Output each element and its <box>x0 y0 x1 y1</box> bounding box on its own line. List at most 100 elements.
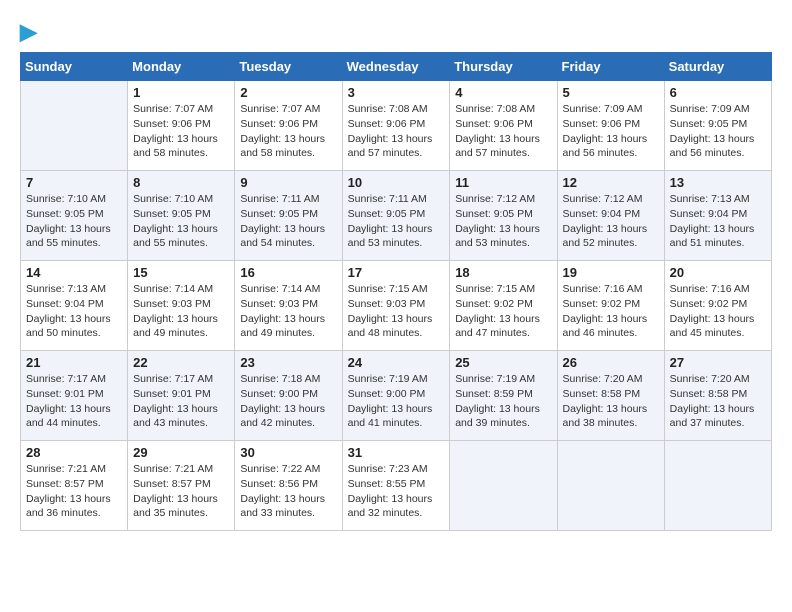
day-number: 24 <box>348 355 445 370</box>
day-info: Sunrise: 7:08 AM Sunset: 9:06 PM Dayligh… <box>348 102 445 161</box>
day-info: Sunrise: 7:12 AM Sunset: 9:04 PM Dayligh… <box>563 192 659 251</box>
day-info: Sunrise: 7:20 AM Sunset: 8:58 PM Dayligh… <box>563 372 659 431</box>
daylight: Daylight: 13 hours and 33 minutes. <box>240 493 325 520</box>
day-number: 12 <box>563 175 659 190</box>
sunrise: Sunrise: 7:11 AM <box>348 193 427 205</box>
sunrise: Sunrise: 7:07 AM <box>240 103 320 115</box>
calendar-cell: 11 Sunrise: 7:12 AM Sunset: 9:05 PM Dayl… <box>450 171 557 261</box>
sunrise: Sunrise: 7:12 AM <box>563 193 643 205</box>
day-info: Sunrise: 7:22 AM Sunset: 8:56 PM Dayligh… <box>240 462 336 521</box>
sunrise: Sunrise: 7:10 AM <box>26 193 106 205</box>
day-number: 18 <box>455 265 551 280</box>
day-number: 4 <box>455 85 551 100</box>
day-info: Sunrise: 7:10 AM Sunset: 9:05 PM Dayligh… <box>26 192 122 251</box>
sunrise: Sunrise: 7:11 AM <box>240 193 319 205</box>
sunrise: Sunrise: 7:19 AM <box>348 373 428 385</box>
calendar-cell: 27 Sunrise: 7:20 AM Sunset: 8:58 PM Dayl… <box>664 351 771 441</box>
sunset: Sunset: 9:06 PM <box>563 118 641 130</box>
calendar-week-2: 7 Sunrise: 7:10 AM Sunset: 9:05 PM Dayli… <box>21 171 772 261</box>
column-header-friday: Friday <box>557 53 664 81</box>
calendar-cell: 16 Sunrise: 7:14 AM Sunset: 9:03 PM Dayl… <box>235 261 342 351</box>
day-number: 31 <box>348 445 445 460</box>
column-header-thursday: Thursday <box>450 53 557 81</box>
calendar-week-5: 28 Sunrise: 7:21 AM Sunset: 8:57 PM Dayl… <box>21 441 772 531</box>
calendar-cell: 31 Sunrise: 7:23 AM Sunset: 8:55 PM Dayl… <box>342 441 450 531</box>
day-number: 3 <box>348 85 445 100</box>
day-number: 19 <box>563 265 659 280</box>
sunset: Sunset: 9:02 PM <box>670 298 748 310</box>
sunset: Sunset: 9:05 PM <box>455 208 533 220</box>
sunrise: Sunrise: 7:15 AM <box>348 283 428 295</box>
day-info: Sunrise: 7:21 AM Sunset: 8:57 PM Dayligh… <box>26 462 122 521</box>
sunset: Sunset: 8:57 PM <box>26 478 104 490</box>
daylight: Daylight: 13 hours and 56 minutes. <box>670 133 755 160</box>
daylight: Daylight: 13 hours and 49 minutes. <box>240 313 325 340</box>
daylight: Daylight: 13 hours and 55 minutes. <box>26 223 111 250</box>
day-number: 16 <box>240 265 336 280</box>
sunset: Sunset: 9:04 PM <box>670 208 748 220</box>
day-info: Sunrise: 7:11 AM Sunset: 9:05 PM Dayligh… <box>240 192 336 251</box>
day-info: Sunrise: 7:21 AM Sunset: 8:57 PM Dayligh… <box>133 462 229 521</box>
daylight: Daylight: 13 hours and 45 minutes. <box>670 313 755 340</box>
daylight: Daylight: 13 hours and 44 minutes. <box>26 403 111 430</box>
day-number: 27 <box>670 355 766 370</box>
calendar-cell: 30 Sunrise: 7:22 AM Sunset: 8:56 PM Dayl… <box>235 441 342 531</box>
day-info: Sunrise: 7:16 AM Sunset: 9:02 PM Dayligh… <box>563 282 659 341</box>
day-info: Sunrise: 7:09 AM Sunset: 9:06 PM Dayligh… <box>563 102 659 161</box>
sunset: Sunset: 9:02 PM <box>455 298 533 310</box>
day-info: Sunrise: 7:15 AM Sunset: 9:02 PM Dayligh… <box>455 282 551 341</box>
calendar-cell: 2 Sunrise: 7:07 AM Sunset: 9:06 PM Dayli… <box>235 81 342 171</box>
calendar-cell <box>557 441 664 531</box>
day-number: 25 <box>455 355 551 370</box>
calendar-cell: 1 Sunrise: 7:07 AM Sunset: 9:06 PM Dayli… <box>128 81 235 171</box>
sunrise: Sunrise: 7:07 AM <box>133 103 213 115</box>
calendar-cell: 4 Sunrise: 7:08 AM Sunset: 9:06 PM Dayli… <box>450 81 557 171</box>
sunrise: Sunrise: 7:15 AM <box>455 283 535 295</box>
sunset: Sunset: 9:03 PM <box>133 298 211 310</box>
daylight: Daylight: 13 hours and 58 minutes. <box>133 133 218 160</box>
day-number: 8 <box>133 175 229 190</box>
calendar-cell <box>21 81 128 171</box>
daylight: Daylight: 13 hours and 42 minutes. <box>240 403 325 430</box>
logo-text: ▶ <box>20 20 37 44</box>
daylight: Daylight: 13 hours and 38 minutes. <box>563 403 648 430</box>
sunrise: Sunrise: 7:17 AM <box>133 373 213 385</box>
sunset: Sunset: 9:05 PM <box>670 118 748 130</box>
day-info: Sunrise: 7:12 AM Sunset: 9:05 PM Dayligh… <box>455 192 551 251</box>
day-info: Sunrise: 7:19 AM Sunset: 9:00 PM Dayligh… <box>348 372 445 431</box>
sunset: Sunset: 9:04 PM <box>563 208 641 220</box>
calendar-cell: 7 Sunrise: 7:10 AM Sunset: 9:05 PM Dayli… <box>21 171 128 261</box>
calendar-cell <box>664 441 771 531</box>
day-info: Sunrise: 7:16 AM Sunset: 9:02 PM Dayligh… <box>670 282 766 341</box>
sunset: Sunset: 9:03 PM <box>348 298 426 310</box>
daylight: Daylight: 13 hours and 47 minutes. <box>455 313 540 340</box>
day-number: 21 <box>26 355 122 370</box>
calendar-cell: 10 Sunrise: 7:11 AM Sunset: 9:05 PM Dayl… <box>342 171 450 261</box>
sunrise: Sunrise: 7:18 AM <box>240 373 320 385</box>
sunset: Sunset: 8:55 PM <box>348 478 426 490</box>
day-info: Sunrise: 7:08 AM Sunset: 9:06 PM Dayligh… <box>455 102 551 161</box>
calendar-cell: 5 Sunrise: 7:09 AM Sunset: 9:06 PM Dayli… <box>557 81 664 171</box>
day-info: Sunrise: 7:15 AM Sunset: 9:03 PM Dayligh… <box>348 282 445 341</box>
daylight: Daylight: 13 hours and 41 minutes. <box>348 403 433 430</box>
day-info: Sunrise: 7:10 AM Sunset: 9:05 PM Dayligh… <box>133 192 229 251</box>
sunrise: Sunrise: 7:14 AM <box>133 283 213 295</box>
day-info: Sunrise: 7:09 AM Sunset: 9:05 PM Dayligh… <box>670 102 766 161</box>
daylight: Daylight: 13 hours and 35 minutes. <box>133 493 218 520</box>
daylight: Daylight: 13 hours and 57 minutes. <box>455 133 540 160</box>
sunset: Sunset: 9:05 PM <box>133 208 211 220</box>
calendar-cell: 20 Sunrise: 7:16 AM Sunset: 9:02 PM Dayl… <box>664 261 771 351</box>
sunset: Sunset: 9:06 PM <box>348 118 426 130</box>
sunrise: Sunrise: 7:13 AM <box>26 283 106 295</box>
daylight: Daylight: 13 hours and 53 minutes. <box>348 223 433 250</box>
calendar-cell: 14 Sunrise: 7:13 AM Sunset: 9:04 PM Dayl… <box>21 261 128 351</box>
sunrise: Sunrise: 7:09 AM <box>563 103 643 115</box>
day-info: Sunrise: 7:13 AM Sunset: 9:04 PM Dayligh… <box>26 282 122 341</box>
sunrise: Sunrise: 7:08 AM <box>455 103 535 115</box>
daylight: Daylight: 13 hours and 46 minutes. <box>563 313 648 340</box>
daylight: Daylight: 13 hours and 51 minutes. <box>670 223 755 250</box>
day-number: 28 <box>26 445 122 460</box>
sunrise: Sunrise: 7:22 AM <box>240 463 320 475</box>
sunset: Sunset: 9:04 PM <box>26 298 104 310</box>
daylight: Daylight: 13 hours and 48 minutes. <box>348 313 433 340</box>
